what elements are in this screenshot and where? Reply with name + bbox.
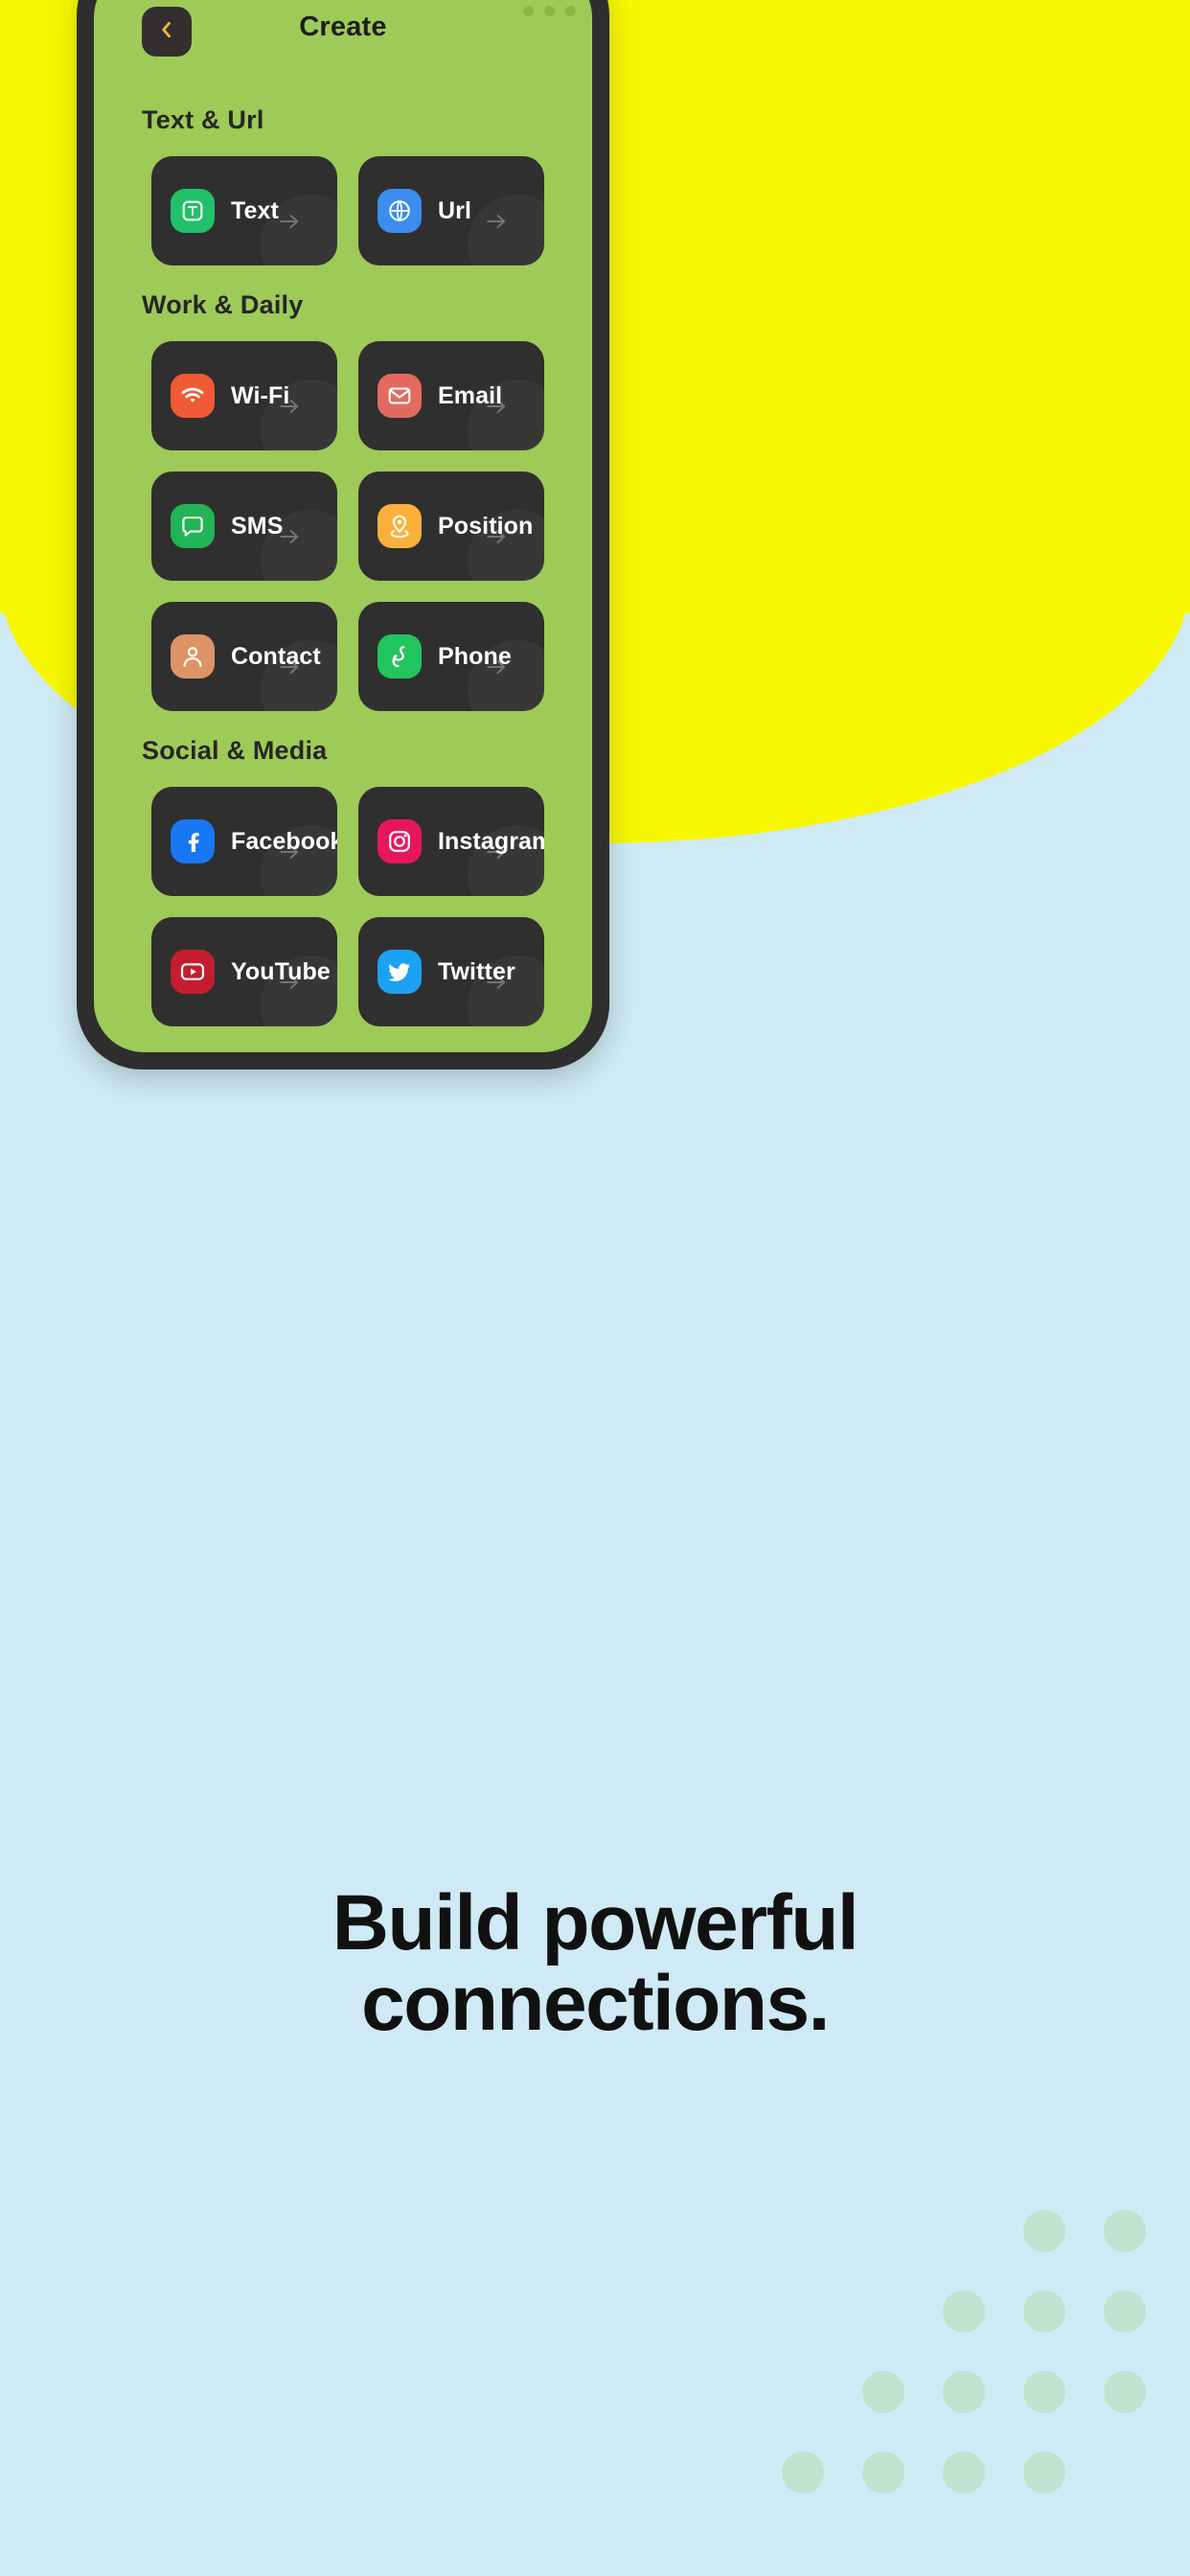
create-card-url[interactable]: Url xyxy=(358,156,544,265)
tagline-line-2: connections. xyxy=(67,1964,1123,2044)
card-label: Twitter xyxy=(438,958,515,986)
create-card-youtube[interactable]: YouTube xyxy=(151,917,337,1026)
section-title: Work & Daily xyxy=(142,290,592,320)
section-title: Social & Media xyxy=(142,736,592,766)
section-text-url: Text & Url Text Url xyxy=(94,105,592,265)
create-sections: Text & Url Text Url Work & Daily Wi-Fi Email S… xyxy=(94,105,592,1026)
create-card-position[interactable]: Position xyxy=(358,472,544,581)
tagline-line-1: Build powerful xyxy=(67,1883,1123,1964)
wifi-icon xyxy=(171,374,215,418)
card-label: Phone xyxy=(438,643,512,671)
youtube-icon xyxy=(171,950,215,994)
card-label: Facebook xyxy=(231,828,337,856)
arrow-right-icon xyxy=(468,195,544,265)
create-card-facebook[interactable]: Facebook xyxy=(151,787,337,896)
card-label: Wi-Fi xyxy=(231,382,289,410)
card-label: Url xyxy=(438,197,471,225)
create-card-text[interactable]: Text xyxy=(151,156,337,265)
create-card-twitter[interactable]: Twitter xyxy=(358,917,544,1026)
card-label: Instagram xyxy=(438,828,544,856)
phone-icon xyxy=(378,634,422,678)
decorative-dot-grid xyxy=(763,2191,1165,2513)
card-label: Email xyxy=(438,382,502,410)
facebook-icon xyxy=(171,819,215,863)
create-card-wi-fi[interactable]: Wi-Fi xyxy=(151,341,337,450)
person-icon xyxy=(171,634,215,678)
card-grid: Text Url xyxy=(94,156,592,265)
card-grid: Wi-Fi Email SMS Position Contact Phone xyxy=(94,341,592,711)
marketing-tagline: Build powerful connections. xyxy=(0,1883,1190,2045)
section-social-media: Social & Media Facebook Instagram YouTube Tw… xyxy=(94,736,592,1026)
app-bar: Create xyxy=(94,0,592,80)
twitter-icon xyxy=(378,950,422,994)
instagram-icon xyxy=(378,819,422,863)
create-card-phone[interactable]: Phone xyxy=(358,602,544,711)
card-label: Text xyxy=(231,197,279,225)
phone-mockup: Create Text & Url Text Url Work & Daily Wi-F… xyxy=(77,0,609,1070)
chat-icon xyxy=(171,504,215,548)
card-label: Position xyxy=(438,513,533,540)
card-label: SMS xyxy=(231,513,283,540)
card-grid: Facebook Instagram YouTube Twitter xyxy=(94,787,592,1026)
location-icon xyxy=(378,504,422,548)
card-label: Contact xyxy=(231,643,321,671)
create-card-email[interactable]: Email xyxy=(358,341,544,450)
section-title: Text & Url xyxy=(142,105,592,135)
text-icon xyxy=(171,189,215,233)
card-label: YouTube xyxy=(231,958,331,986)
create-card-sms[interactable]: SMS xyxy=(151,472,337,581)
phone-screen: Create Text & Url Text Url Work & Daily Wi-F… xyxy=(94,0,592,1052)
section-work-daily: Work & Daily Wi-Fi Email SMS Position Contact… xyxy=(94,290,592,711)
envelope-icon xyxy=(378,374,422,418)
globe-icon xyxy=(378,189,422,233)
create-card-instagram[interactable]: Instagram xyxy=(358,787,544,896)
create-card-contact[interactable]: Contact xyxy=(151,602,337,711)
page-title: Create xyxy=(94,12,592,43)
